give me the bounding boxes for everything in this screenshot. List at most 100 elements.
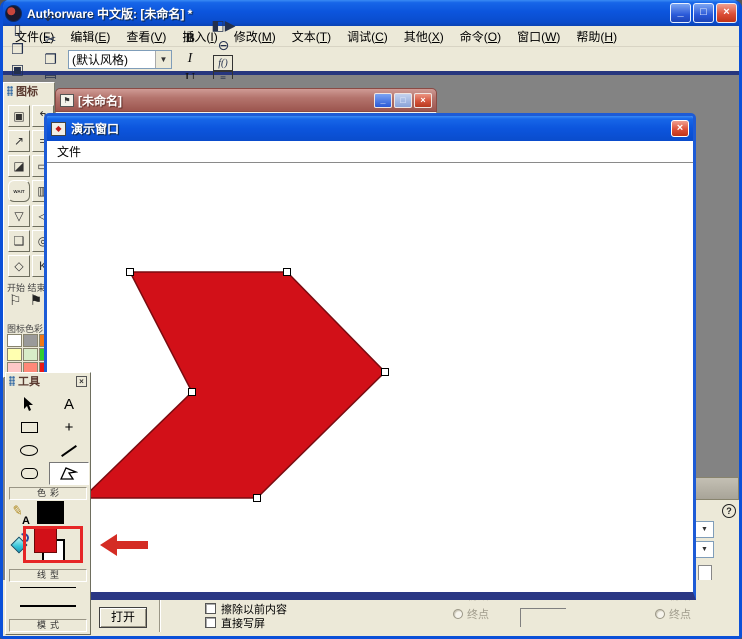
italic-button[interactable]: I [180,49,200,69]
selection-handle[interactable] [283,268,291,276]
chevron-down-icon[interactable]: ▼ [155,50,171,68]
presentation-window-icon: ◆ [51,121,66,136]
polygon-tool[interactable] [49,462,89,485]
line-style-thick[interactable] [20,605,76,607]
spinner-box-1[interactable]: ▼ [695,521,714,538]
erase-previous-checkbox-row: 擦除以前内容 [205,602,287,616]
copy-icon[interactable]: ❐ [40,49,61,69]
line-style-thin[interactable] [20,587,76,588]
direct-write-label: 直接写屏 [221,617,265,630]
modes-section-label: 模式 [9,619,87,632]
wait-icon[interactable]: WAIT [8,180,30,202]
new-file-icon[interactable]: ▯ [7,19,28,39]
radio-option-row: 终点 [655,607,691,621]
undo-icon[interactable]: ↶ [40,9,61,29]
pointer-tool[interactable] [9,393,49,416]
selection-handle[interactable] [381,368,389,376]
design-maximize-button[interactable]: □ [394,92,412,108]
minimize-button[interactable]: _ [670,3,691,23]
design-minimize-button[interactable]: _ [374,92,392,108]
navigate-icon[interactable]: ▽ [8,205,30,227]
drag-grip-icon[interactable] [7,85,13,96]
tools-palette-titlebar[interactable]: 工具 × [6,373,90,389]
selection-handle[interactable] [126,268,134,276]
cut-icon[interactable]: ✂ [40,29,61,49]
erase-icon[interactable]: ◪ [8,155,30,177]
style-dropdown-value: (默认风格) [72,52,128,67]
ellipse-tool[interactable] [9,439,49,462]
lines-section-label: 线型 [9,569,87,582]
tool-grid: A + [9,393,89,485]
maximize-button[interactable]: □ [693,3,714,23]
spinner-box-2[interactable]: ▼ [695,541,714,558]
stroke-color-swatch[interactable] [37,501,64,524]
framework-icon[interactable]: ❑ [8,230,30,252]
menu-item-10[interactable]: 帮助(H) [568,26,625,47]
icon-palette-titlebar[interactable]: 图标 [4,83,54,98]
presentation-menu-file[interactable]: 文件 [47,143,91,160]
menu-item-5[interactable]: 文本(T) [284,26,339,47]
menu-item-9[interactable]: 窗口(W) [509,26,568,47]
end-flag-icon[interactable]: ⚑ [30,292,43,309]
style-dropdown[interactable]: (默认风格) ▼ [68,49,172,69]
crosshair-tool[interactable]: + [49,416,89,439]
menu-item-7[interactable]: 其他(X) [396,26,452,47]
colors-section-label: 色彩 [9,487,87,500]
color-swatch[interactable] [7,348,22,361]
decision-icon[interactable]: ◇ [8,255,30,277]
toolbar: ▯❒▣⇥ ↶✂❐▤✎ (默认风格) ▼ BIU ◧▶⊖f()≡KO [3,11,739,107]
erase-previous-checkbox[interactable] [205,603,216,614]
icon-palette-title: 图标 [16,85,38,98]
functions-window-icon[interactable]: f() [213,55,233,71]
bold-button[interactable]: B [180,29,200,49]
color-swatch[interactable] [7,334,22,347]
presentation-title: 演示窗口 [71,122,120,136]
authorware-app-window: Authorware 中文版: [未命名] * _ □ × 文件(F) 编辑(E)… [0,0,742,639]
color-swatch[interactable] [23,334,38,347]
menu-item-6[interactable]: 调试(C) [339,26,396,47]
restart-icon[interactable]: ◧▶ [212,15,236,35]
menu-item-2[interactable]: 查看(V) [118,26,174,47]
presentation-window: ◆ 演示窗口 × 文件 [44,113,696,600]
tools-close-icon[interactable]: × [76,375,87,387]
color-swatch[interactable] [23,348,38,361]
open-folder-icon[interactable]: ❒ [7,39,28,59]
app-title: Authorware 中文版: [未命名] * [27,6,193,21]
drag-grip-icon[interactable] [9,376,15,386]
field-corner-bracket [520,608,566,627]
rect-tool[interactable] [9,416,49,439]
drawn-polygon-shape[interactable] [81,271,387,499]
presentation-close-button[interactable]: × [671,120,689,137]
flag-row: ⚐ ⚑ [6,292,42,309]
close-button[interactable]: × [716,3,737,23]
line-tool[interactable] [49,439,89,462]
control-panel-icon[interactable]: ⊖ [213,35,234,55]
selection-handle[interactable] [253,494,261,502]
radio-button[interactable] [453,608,463,619]
open-button[interactable]: 打开 [99,607,147,628]
text-tool[interactable]: A [49,393,89,416]
roundrect-tool[interactable] [9,462,49,485]
design-close-button[interactable]: × [414,92,432,108]
menu-item-1[interactable]: 编辑(E) [62,26,118,47]
direct-write-checkbox[interactable] [205,617,216,628]
presentation-menubar: 文件 [47,141,693,163]
menu-item-8[interactable]: 命令(O) [452,26,509,47]
presentation-canvas[interactable] [47,163,693,591]
start-flag-icon[interactable]: ⚐ [9,292,22,309]
annotation-arrow-icon [100,534,150,556]
annotation-highlight-box [23,526,83,563]
save-all-icon[interactable]: ▣ [7,59,28,79]
design-window-titlebar[interactable]: ⚑ [未命名] _ □ × [55,88,437,112]
tools-palette: 工具 × A + 色彩 ✎ A 线型 模式 [5,372,91,635]
selection-handle[interactable] [188,388,196,396]
presentation-titlebar[interactable]: ◆ 演示窗口 × [47,116,693,141]
motion-icon[interactable]: ↗ [8,130,30,152]
menu-bar: 文件(F) 编辑(E) 查看(V) 插入(I) 修改(M) 文本(T) 调试(C) 其他(X)… [3,26,739,47]
display-icon[interactable]: ▣ [8,105,30,127]
radio-button[interactable] [655,608,665,619]
design-window-icon: ⚑ [60,93,74,107]
app-titlebar: Authorware 中文版: [未命名] * _ □ × [3,0,739,26]
radio-label: 终点 [467,608,489,621]
help-icon[interactable]: ? [722,504,736,518]
